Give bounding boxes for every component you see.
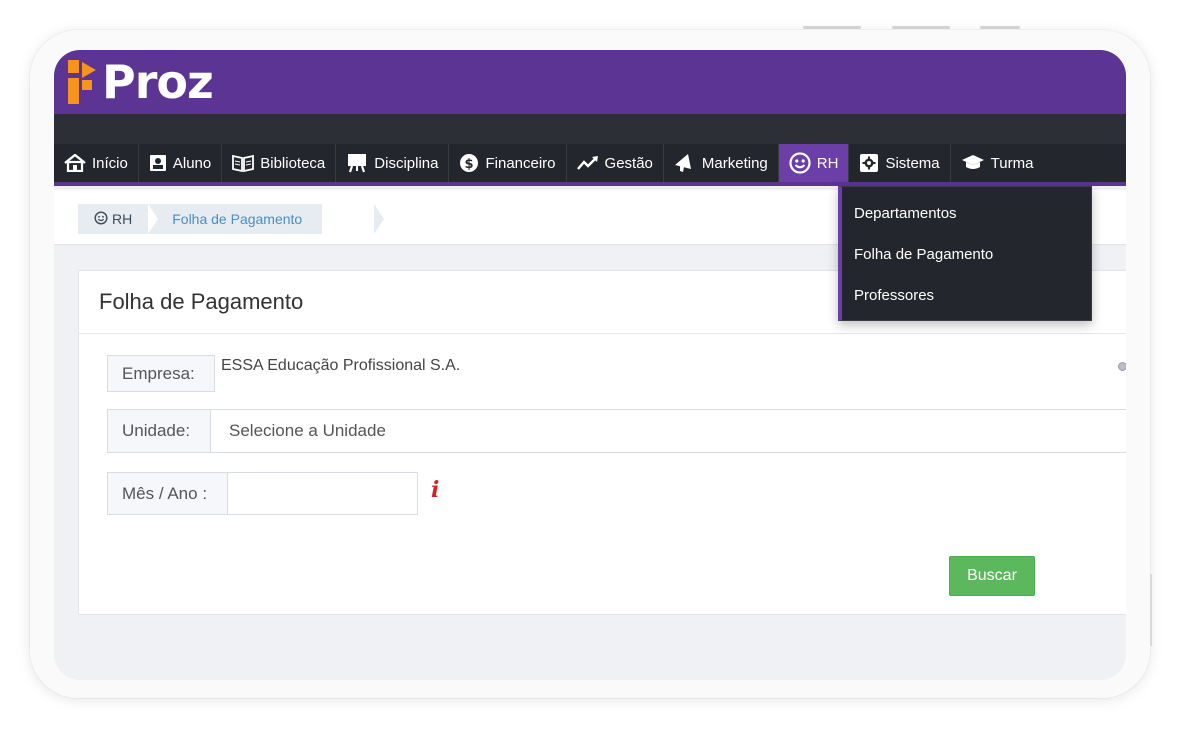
menu-label: RH [816, 154, 839, 172]
menu-item-biblioteca[interactable]: Biblioteca [222, 144, 337, 182]
megaphone-icon [674, 153, 696, 173]
book-icon [232, 154, 255, 172]
empresa-label: Empresa: [107, 355, 215, 392]
info-icon[interactable]: i [431, 477, 439, 503]
dropdown-item-folha-de-pagamento[interactable]: Folha de Pagamento [842, 234, 1091, 275]
breadcrumb-root-label: RH [112, 211, 133, 227]
mes-ano-label: Mês / Ano : [107, 472, 228, 515]
mes-ano-row: Mês / Ano : [107, 472, 418, 515]
breadcrumb-separator [148, 204, 159, 234]
panel-title: Folha de Pagamento [99, 289, 304, 314]
payroll-panel: Folha de Pagamento Empresa: ESSA Educaçã… [78, 270, 1126, 615]
menu-item-sistema[interactable]: Sistema [849, 144, 951, 182]
menu-item-inicio[interactable]: Início [54, 144, 139, 182]
menu-label: Início [92, 154, 128, 172]
buscar-button[interactable]: Buscar [949, 556, 1035, 596]
menu-item-rh[interactable]: RH [778, 144, 850, 182]
device-side-button [1150, 574, 1152, 646]
logo[interactable]: Proz [66, 55, 214, 109]
decorative-dash [803, 26, 861, 29]
trend-icon [576, 155, 599, 171]
dropdown-item-professores[interactable]: Professores [842, 275, 1091, 316]
empresa-row: Empresa: ESSA Educação Profissional S.A. [107, 355, 460, 392]
menu-label: Gestão [604, 154, 653, 172]
top-strip [54, 114, 1126, 144]
graduation-cap-icon [961, 154, 985, 172]
menu-item-financeiro[interactable]: $ Financeiro [449, 144, 567, 182]
menu-label: Aluno [172, 154, 212, 172]
decorative-dash [892, 26, 950, 29]
home-icon [64, 154, 86, 172]
breadcrumb-root[interactable]: RH [78, 204, 148, 234]
breadcrumb-current[interactable]: Folha de Pagamento [158, 204, 322, 234]
dollar-circle-icon: $ [459, 153, 479, 173]
breadcrumb: RH Folha de Pagamento [78, 204, 323, 234]
easel-icon [346, 153, 368, 173]
menu-label: Biblioteca [260, 154, 326, 172]
unidade-select[interactable]: Selecione a Unidade [211, 409, 1126, 453]
menu-item-marketing[interactable]: Marketing [664, 144, 779, 182]
dropdown-item-departamentos[interactable]: Departamentos [842, 193, 1091, 234]
smiley-icon [789, 152, 811, 174]
breadcrumb-arrow [374, 204, 384, 234]
menu-label: Marketing [701, 154, 768, 172]
smiley-icon [94, 210, 108, 228]
gear-icon [859, 153, 879, 173]
id-card-icon [149, 154, 167, 172]
rh-dropdown-menu: Departamentos Folha de Pagamento Profess… [838, 186, 1092, 321]
menu-item-turma[interactable]: Turma [951, 144, 1044, 182]
mes-ano-input[interactable] [228, 472, 418, 515]
menu-item-disciplina[interactable]: Disciplina [336, 144, 450, 182]
menu-label: Financeiro [485, 154, 556, 172]
unidade-row: Unidade: Selecione a Unidade [107, 409, 1126, 453]
screenshot-stage: Proz Início Aluno Biblioteca Disciplina … [0, 0, 1185, 736]
menu-label: Sistema [885, 154, 940, 172]
logo-mark-icon [66, 58, 98, 106]
brand-name: Proz [102, 55, 214, 109]
unidade-label: Unidade: [107, 409, 211, 453]
brand-header: Proz [54, 50, 1126, 114]
app-screen: Proz Início Aluno Biblioteca Disciplina … [54, 50, 1126, 680]
empresa-value: ESSA Educação Profissional S.A. [221, 357, 461, 374]
menu-label: Disciplina [374, 154, 439, 172]
decorative-dash [980, 26, 1020, 29]
main-menu: Início Aluno Biblioteca Disciplina $ Fin… [54, 144, 1126, 186]
panel-divider [79, 333, 1126, 334]
menu-label: Turma [990, 154, 1034, 172]
svg-text:$: $ [465, 157, 474, 172]
status-dot [1118, 362, 1126, 371]
menu-item-gestao[interactable]: Gestão [567, 144, 664, 182]
menu-item-aluno[interactable]: Aluno [139, 144, 223, 182]
